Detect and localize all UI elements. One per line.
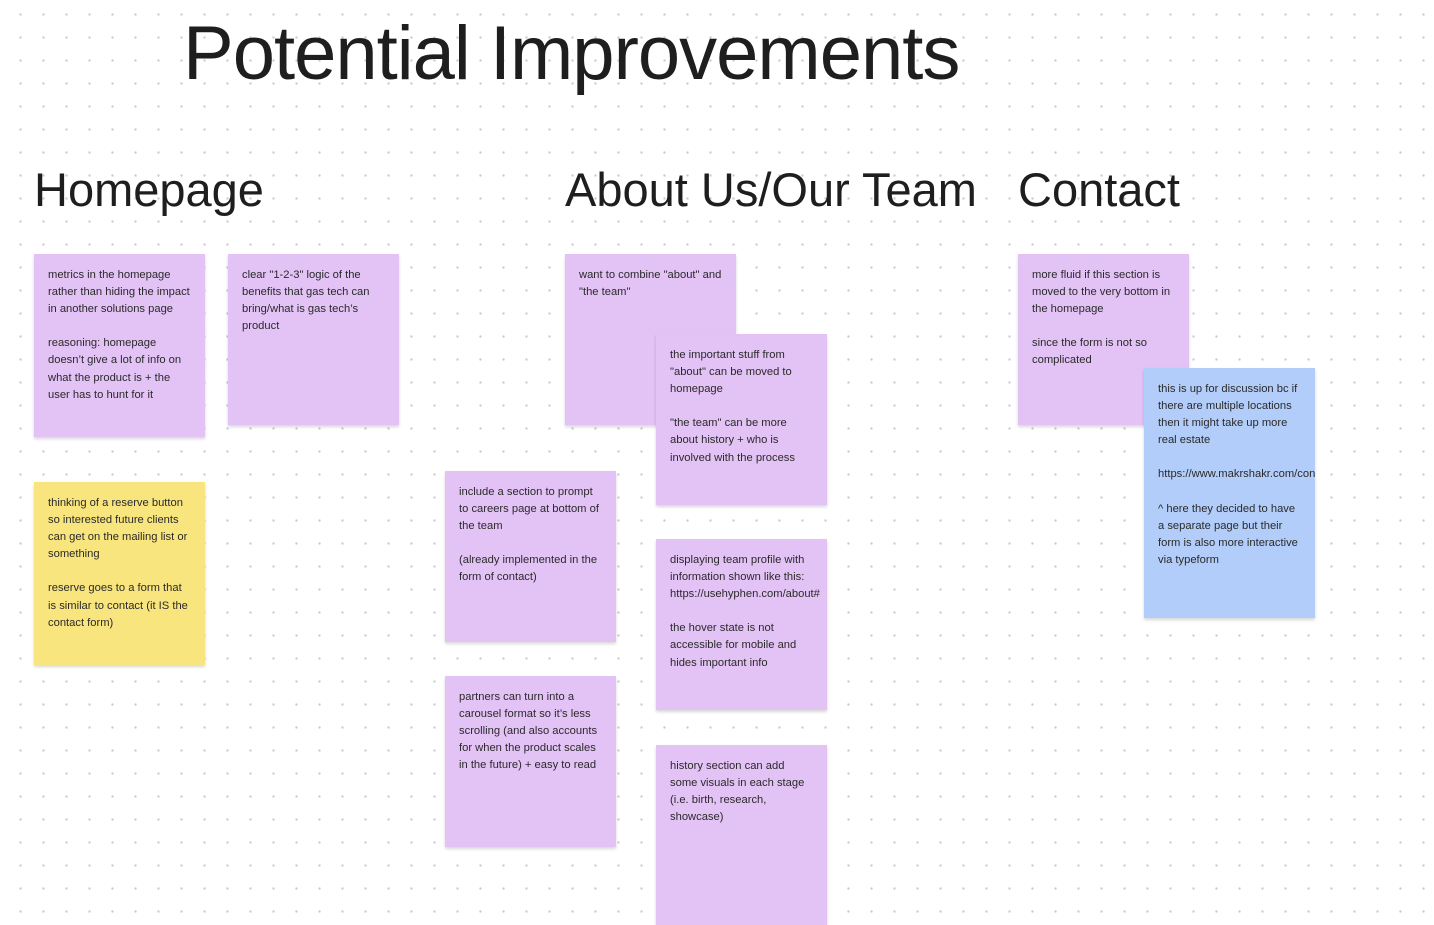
sticky-note-about-partners-carousel[interactable]: partners can turn into a carousel format… — [445, 676, 616, 847]
board-title: Potential Improvements — [183, 11, 960, 96]
whiteboard-canvas[interactable]: Potential Improvements Homepage About Us… — [0, 0, 1434, 925]
sticky-note-about-careers[interactable]: include a section to prompt to careers p… — [445, 471, 616, 642]
section-heading-homepage: Homepage — [34, 163, 264, 216]
sticky-note-about-team-profile[interactable]: displaying team profile with information… — [656, 539, 827, 710]
section-heading-contact: Contact — [1018, 163, 1180, 216]
sticky-note-homepage-reserve-button[interactable]: thinking of a reserve button so interest… — [34, 482, 205, 665]
sticky-note-about-history-visuals[interactable]: history section can add some visuals in … — [656, 745, 827, 925]
section-heading-about-us-our-team: About Us/Our Team — [565, 163, 977, 216]
sticky-note-homepage-benefits[interactable]: clear "1-2-3" logic of the benefits that… — [228, 254, 399, 425]
sticky-note-about-move-to-homepage[interactable]: the important stuff from "about" can be … — [656, 334, 827, 505]
sticky-note-homepage-metrics[interactable]: metrics in the homepage rather than hidi… — [34, 254, 205, 437]
sticky-note-contact-discussion[interactable]: this is up for discussion bc if there ar… — [1144, 368, 1315, 618]
